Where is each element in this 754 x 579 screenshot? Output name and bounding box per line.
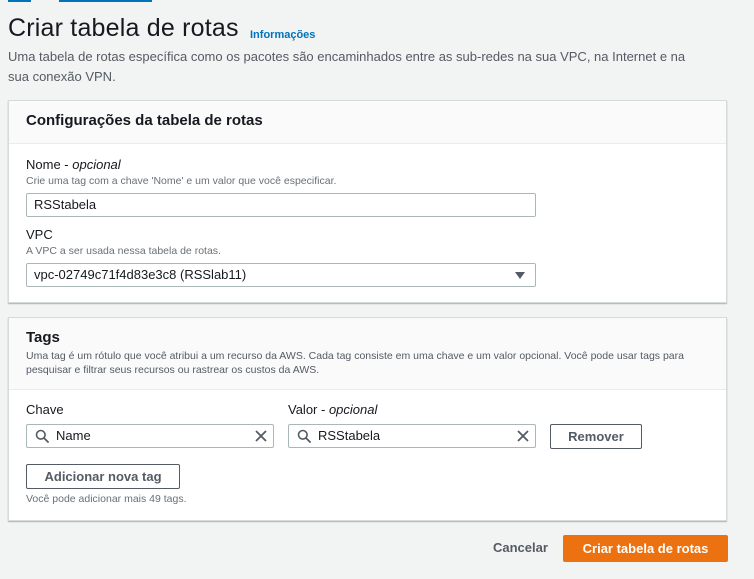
page-description: Uma tabela de rotas específica como os p… [8,49,686,84]
tag-key-value: Name [56,428,91,443]
tag-value-label: Valor - opcional [288,402,378,417]
remove-tag-button[interactable]: Remover [550,424,642,449]
name-label-text: Nome [26,157,61,172]
search-icon [35,429,49,443]
tag-value-input[interactable]: RSStabela [288,424,536,448]
name-input[interactable]: RSStabela [26,193,536,217]
add-tag-button[interactable]: Adicionar nova tag [26,464,180,489]
clear-icon[interactable] [516,429,530,443]
name-label: Nome - opcional [26,157,121,172]
create-route-table-button[interactable]: Criar tabela de rotas [563,535,728,562]
route-table-settings-panel: Configurações da tabela de rotas Nome - … [8,100,727,303]
vpc-label: VPC [26,227,53,242]
name-hint: Crie uma tag com a chave 'Nome' e um val… [26,175,337,187]
tag-value-label-text: Valor [288,402,318,417]
page-title: Criar tabela de rotas [8,14,239,42]
breadcrumb-link-remnant[interactable] [8,0,31,2]
caret-down-icon [515,272,525,279]
vpc-hint: A VPC a ser usada nessa tabela de rotas. [26,245,221,257]
info-link[interactable]: Informações [250,29,315,41]
tag-key-input[interactable]: Name [26,424,274,448]
tag-key-label: Chave [26,402,64,417]
cancel-button[interactable]: Cancelar [493,540,548,555]
panel-title: Tags [26,329,60,346]
tags-description: Uma tag é um rótulo que você atribui a u… [26,350,684,376]
panel-title: Configurações da tabela de rotas [26,112,263,129]
vpc-selected-value: vpc-02749c71f4d83e3c8 (RSSlab11) [34,267,247,282]
tag-value-value: RSStabela [318,428,381,443]
breadcrumb-link-remnant[interactable] [59,0,152,2]
tag-limit-text: Você pode adicionar mais 49 tags. [26,493,187,505]
vpc-select[interactable]: vpc-02749c71f4d83e3c8 (RSSlab11) [26,263,536,287]
tags-panel: Tags Uma tag é um rótulo que você atribu… [8,317,727,521]
search-icon [297,429,311,443]
optional-text: opcional [72,157,121,172]
clear-icon[interactable] [254,429,268,443]
optional-text: opcional [328,402,378,417]
